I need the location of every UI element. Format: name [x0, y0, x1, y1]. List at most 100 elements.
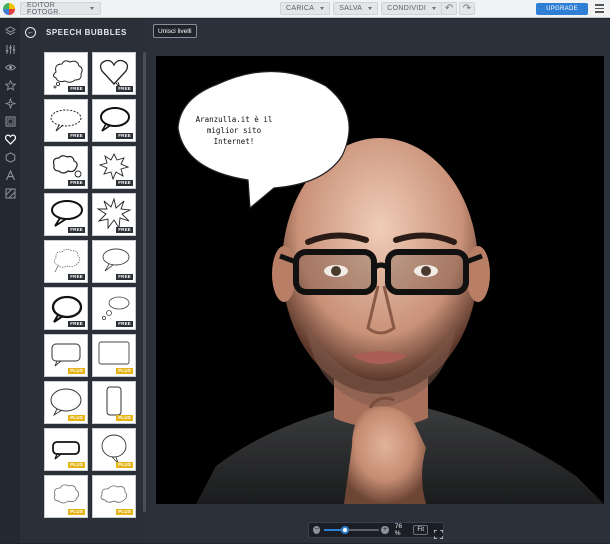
speech-bubble-oval-thin[interactable]: PLUS	[44, 381, 88, 424]
editor-mode-label: EDITOR FOTOGR.	[27, 1, 61, 16]
bubble-preview	[51, 200, 83, 227]
panel-header: ← SPEECH BUBBLES	[20, 19, 147, 45]
menu-label: SALVA	[339, 5, 363, 12]
sliders-icon[interactable]	[4, 43, 16, 55]
speech-bubble-oval-bold-tail[interactable]: FREE	[44, 193, 88, 236]
free-badge: FREE	[116, 227, 133, 233]
bubble-preview	[100, 485, 128, 503]
texture-icon[interactable]	[4, 187, 16, 199]
workspace: Unisci livelli Aranzulla.it è il miglior…	[147, 19, 610, 543]
speech-bubble-oval-thick[interactable]: FREE	[44, 287, 88, 330]
speech-bubble-sketch-rect[interactable]: PLUS	[92, 334, 136, 377]
bubble-grid: FREE FREE FREE FREE FREE FREE FREE FREE FREE FREE…	[44, 52, 138, 518]
sparkle-icon[interactable]	[4, 97, 16, 109]
plus-badge: PLUS	[68, 368, 85, 374]
bubble-preview	[100, 107, 130, 132]
plus-badge: PLUS	[116, 368, 133, 374]
bubble-preview	[54, 484, 80, 504]
condividi-menu[interactable]: CONDIVIDI	[381, 2, 443, 15]
zoom-slider-handle[interactable]	[341, 526, 350, 534]
undo-icon[interactable]: ↶	[441, 2, 457, 15]
speech-bubble-spiky-small[interactable]: FREE	[92, 146, 136, 189]
fullscreen-icon[interactable]	[433, 526, 444, 540]
tool-rail	[0, 19, 20, 543]
plus-badge: PLUS	[116, 509, 133, 515]
heart-icon[interactable]	[4, 133, 16, 145]
speech-bubble-cloud-light[interactable]: PLUS	[44, 475, 88, 518]
speech-bubble-heart[interactable]: FREE	[92, 52, 136, 95]
bubble-preview	[101, 434, 127, 464]
zoom-in-icon[interactable]: +	[381, 526, 389, 534]
speech-bubble-rounded-rect[interactable]: PLUS	[44, 334, 88, 377]
free-badge: FREE	[68, 274, 85, 280]
speech-bubble-explosion[interactable]: FREE	[92, 193, 136, 236]
speech-bubble-cloud-light-2[interactable]: PLUS	[92, 475, 136, 518]
photo-canvas[interactable]: Aranzulla.it è il miglior sito Internet!	[156, 56, 604, 504]
carica-menu[interactable]: CARICA	[280, 2, 331, 15]
free-badge: FREE	[116, 133, 133, 139]
free-badge: FREE	[116, 321, 133, 327]
speech-bubble-cloud-two[interactable]: FREE	[44, 146, 88, 189]
bubble-preview	[98, 341, 130, 365]
merge-layers-button[interactable]: Unisci livelli	[153, 24, 197, 38]
chevron-down-icon	[368, 7, 373, 10]
speech-bubble-rect-shadow[interactable]: PLUS	[44, 428, 88, 471]
bubble-preview	[50, 388, 82, 417]
free-badge: FREE	[116, 274, 133, 280]
frame-icon[interactable]	[4, 115, 16, 127]
speech-bubble-cloud[interactable]: FREE	[44, 52, 88, 95]
speech-bubble-oval-dashed[interactable]: FREE	[44, 99, 88, 142]
speech-bubble-sketch-cloud[interactable]: FREE	[44, 240, 88, 283]
free-badge: FREE	[116, 86, 133, 92]
zoom-bar: − + 76 % Fit	[308, 522, 444, 540]
bubble-preview	[50, 109, 82, 132]
bubble-preview	[54, 248, 81, 273]
hamburger-menu-icon[interactable]	[595, 4, 604, 13]
chevron-down-icon	[320, 7, 325, 10]
free-badge: FREE	[68, 133, 85, 139]
hexagon-icon[interactable]	[4, 151, 16, 163]
bubble-preview	[106, 386, 122, 416]
editor-mode-dropdown[interactable]: EDITOR FOTOGR.	[20, 1, 101, 16]
bubble-preview	[102, 296, 130, 320]
action-menus: CARICA SALVA CONDIVIDI	[280, 2, 443, 15]
bubble-preview	[51, 343, 81, 367]
speech-bubble-sketch-oval[interactable]: FREE	[92, 240, 136, 283]
layers-icon[interactable]	[4, 25, 16, 37]
speech-bubble-thought[interactable]: FREE	[92, 287, 136, 330]
app-logo-icon	[3, 2, 15, 15]
plus-badge: PLUS	[68, 462, 85, 468]
zoom-out-icon[interactable]: −	[313, 526, 321, 534]
speech-bubble-oval-up[interactable]: PLUS	[92, 428, 136, 471]
plus-badge: PLUS	[116, 462, 133, 468]
free-badge: FREE	[68, 86, 85, 92]
bubble-preview	[102, 248, 130, 272]
plus-badge: PLUS	[116, 415, 133, 421]
bubble-preview	[96, 197, 132, 230]
redo-icon[interactable]: ↷	[459, 2, 475, 15]
zoom-value: 76 %	[394, 523, 402, 537]
bubble-preview	[52, 155, 82, 178]
speech-bubble-text[interactable]: Aranzulla.it è il miglior sito Internet!	[186, 114, 282, 147]
menu-label: CARICA	[286, 5, 315, 12]
speech-bubble-oval-bold[interactable]: FREE	[92, 99, 136, 142]
free-badge: FREE	[116, 180, 133, 186]
bubble-preview	[99, 59, 129, 89]
bubble-preview	[51, 295, 83, 323]
bubble-preview	[98, 152, 130, 181]
menu-label: CONDIVIDI	[387, 5, 427, 12]
back-arrow-icon[interactable]: ←	[25, 26, 36, 38]
speech-bubble-tall-rect[interactable]: PLUS	[92, 381, 136, 424]
fit-button[interactable]: Fit	[413, 525, 429, 535]
salva-menu[interactable]: SALVA	[333, 2, 379, 15]
eye-icon[interactable]	[4, 61, 16, 73]
text-icon[interactable]	[4, 169, 16, 181]
upgrade-button[interactable]: UPGRADE	[536, 3, 588, 15]
plus-badge: PLUS	[68, 509, 85, 515]
star-icon[interactable]	[4, 79, 16, 91]
free-badge: FREE	[68, 321, 85, 327]
free-badge: FREE	[68, 180, 85, 186]
chevron-down-icon	[432, 7, 437, 10]
panel-scrollbar[interactable]	[143, 52, 146, 512]
zoom-slider[interactable]	[324, 526, 380, 534]
